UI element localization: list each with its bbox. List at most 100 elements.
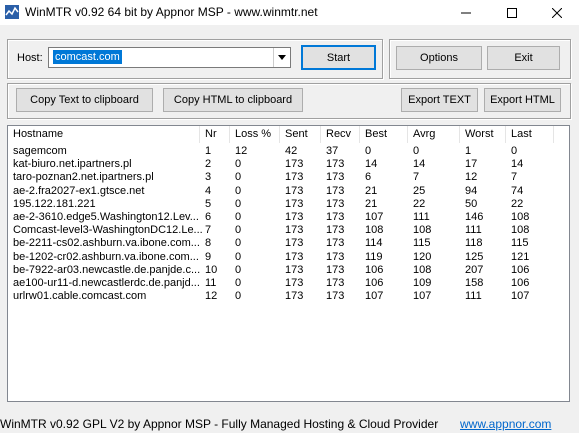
table-row[interactable]: Comcast-level3-WashingtonDC12.Le... 7 0 173… <box>8 224 569 237</box>
title-bar: WinMTR v0.92 64 bit by Appnor MSP - www.… <box>0 0 579 25</box>
cell-nr: 12 <box>205 290 218 303</box>
cell-nr: 5 <box>205 197 212 210</box>
table-row[interactable]: 195.122.181.221 5 0 173 173 21 22 50 22 <box>8 198 569 211</box>
cell-loss: 0 <box>235 184 242 197</box>
host-combobox[interactable]: comcast.com <box>48 47 291 68</box>
cell-worst: 17 <box>465 158 478 171</box>
cell-best: 106 <box>365 277 384 289</box>
chevron-down-icon <box>278 55 286 60</box>
cell-loss: 0 <box>235 250 242 263</box>
column-header-loss[interactable]: Loss % <box>230 126 280 143</box>
copy-html-button[interactable]: Copy HTML to clipboard <box>163 88 303 112</box>
cell-best: 107 <box>365 290 384 303</box>
cell-last: 22 <box>511 197 524 210</box>
cell-hostname: be-1202-cr02.ashburn.va.ibone.com... <box>13 250 199 263</box>
host-label: Host: <box>17 52 43 64</box>
maximize-button[interactable] <box>489 0 534 25</box>
cell-worst: 146 <box>465 211 484 223</box>
cell-last: 106 <box>511 263 530 276</box>
cell-best: 119 <box>365 250 383 263</box>
export-text-button[interactable]: Export TEXT <box>401 88 478 112</box>
table-row[interactable]: ae100-ur11-d.newcastlerdc.de.panjd... 11 0… <box>8 277 569 290</box>
cell-hostname: be-2211-cs02.ashburn.va.ibone.com... <box>13 237 200 250</box>
cell-recv: 173 <box>326 224 345 237</box>
window-title: WinMTR v0.92 64 bit by Appnor MSP - www.… <box>25 5 318 19</box>
cell-recv: 37 <box>326 145 339 157</box>
table-row[interactable]: be-7922-ar03.newcastle.de.panjde.c... 10 0… <box>8 264 569 277</box>
cell-hostname: kat-biuro.net.ipartners.pl <box>13 158 132 171</box>
table-row[interactable]: taro-poznan2.net.ipartners.pl 3 0 173 173 6 7 1… <box>8 171 569 184</box>
cell-recv: 173 <box>326 277 345 289</box>
cell-best: 6 <box>365 171 372 184</box>
cell-avrg: 111 <box>413 211 430 223</box>
column-header-last[interactable]: Last <box>506 126 554 143</box>
cell-last: 115 <box>511 237 529 250</box>
column-header-worst[interactable]: Worst <box>460 126 506 143</box>
cell-loss: 0 <box>235 197 242 210</box>
table-row[interactable]: urlrw01.cable.comcast.com 12 0 173 173 107 107… <box>8 290 569 303</box>
host-input[interactable]: comcast.com <box>53 50 122 64</box>
cell-hostname: sagemcom <box>13 145 67 157</box>
cell-avrg: 25 <box>413 184 426 197</box>
cell-recv: 173 <box>326 250 345 263</box>
column-header-avrg[interactable]: Avrg <box>408 126 460 143</box>
table-row[interactable]: sagemcom 1 12 42 37 0 0 1 0 <box>8 145 569 158</box>
cell-hostname: be-7922-ar03.newcastle.de.panjde.c... <box>13 263 201 276</box>
cell-nr: 7 <box>205 224 212 237</box>
cell-best: 106 <box>365 263 384 276</box>
cell-sent: 42 <box>285 145 298 157</box>
cell-worst: 50 <box>465 197 478 210</box>
column-header-sent[interactable]: Sent <box>280 126 321 143</box>
cell-avrg: 108 <box>413 224 432 237</box>
cell-hostname: ae-2.fra2027-ex1.gtsce.net <box>13 184 145 197</box>
cell-best: 114 <box>365 237 383 250</box>
cell-last: 108 <box>511 224 530 237</box>
table-row[interactable]: be-1202-cr02.ashburn.va.ibone.com... 9 0 17… <box>8 251 569 264</box>
table-row[interactable]: ae-2-3610.edge5.Washington12.Lev... 6 0 173… <box>8 211 569 224</box>
cell-loss: 0 <box>235 211 242 223</box>
cell-loss: 0 <box>235 171 242 184</box>
cell-loss: 0 <box>235 277 242 289</box>
cell-sent: 173 <box>285 184 304 197</box>
cell-recv: 173 <box>326 158 345 171</box>
cell-nr: 1 <box>205 145 212 157</box>
table-row[interactable]: kat-biuro.net.ipartners.pl 2 0 173 173 14 14 17… <box>8 158 569 171</box>
cell-last: 74 <box>511 184 524 197</box>
cell-sent: 173 <box>285 171 304 184</box>
exit-button[interactable]: Exit <box>487 46 560 70</box>
close-button[interactable] <box>534 0 579 25</box>
cell-nr: 2 <box>205 158 212 171</box>
column-header-hostname[interactable]: Hostname <box>8 126 200 143</box>
cell-sent: 173 <box>285 290 304 303</box>
cell-avrg: 0 <box>413 145 420 157</box>
dropdown-button[interactable] <box>273 48 290 67</box>
cell-sent: 173 <box>285 250 304 263</box>
minimize-button[interactable] <box>443 0 488 25</box>
column-header-recv[interactable]: Recv <box>321 126 360 143</box>
cell-sent: 173 <box>285 224 304 237</box>
cell-loss: 0 <box>235 290 242 303</box>
cell-best: 21 <box>365 184 378 197</box>
status-bar: WinMTR v0.92 GPL V2 by Appnor MSP - Full… <box>0 413 579 433</box>
cell-last: 0 <box>511 145 518 157</box>
cell-recv: 173 <box>326 290 345 303</box>
results-list[interactable]: Hostname Nr Loss % Sent Recv Best Avrg W… <box>7 125 570 402</box>
maximize-icon <box>506 7 517 18</box>
appnor-link[interactable]: www.appnor.com <box>460 417 551 431</box>
options-button[interactable]: Options <box>396 46 482 70</box>
copy-text-button[interactable]: Copy Text to clipboard <box>16 88 153 112</box>
cell-sent: 173 <box>285 263 304 276</box>
cell-worst: 125 <box>465 250 484 263</box>
cell-recv: 173 <box>326 263 345 276</box>
column-header-best[interactable]: Best <box>360 126 408 143</box>
cell-worst: 118 <box>465 237 483 250</box>
start-button[interactable]: Start <box>301 45 376 70</box>
cell-sent: 173 <box>285 211 304 223</box>
column-header-nr[interactable]: Nr <box>200 126 230 143</box>
table-row[interactable]: ae-2.fra2027-ex1.gtsce.net 4 0 173 173 21 25 94… <box>8 185 569 198</box>
export-html-button[interactable]: Export HTML <box>484 88 561 112</box>
cell-worst: 111 <box>465 290 482 303</box>
cell-worst: 94 <box>465 184 478 197</box>
cell-loss: 0 <box>235 224 242 237</box>
table-row[interactable]: be-2211-cs02.ashburn.va.ibone.com... 8 0 17… <box>8 237 569 250</box>
